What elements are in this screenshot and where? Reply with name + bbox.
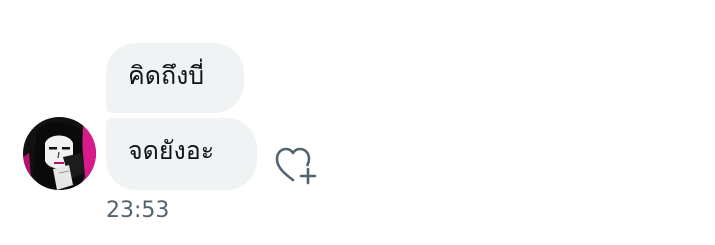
message-text: คิดถึงบี่ (128, 61, 205, 90)
message-timestamp: 23:53 (106, 198, 170, 223)
message-bubble[interactable]: จดยังอะ (106, 118, 257, 190)
message-bubble[interactable]: คิดถึงบี่ (106, 43, 244, 113)
message-text: จดยังอะ (128, 136, 215, 165)
heart-plus-icon (275, 147, 317, 185)
sender-avatar[interactable] (23, 117, 96, 190)
add-reaction-button[interactable] (270, 140, 322, 188)
dm-thread: คิดถึงบี่ จดยังอะ 23:53 (0, 0, 715, 245)
avatar-image (23, 117, 96, 190)
